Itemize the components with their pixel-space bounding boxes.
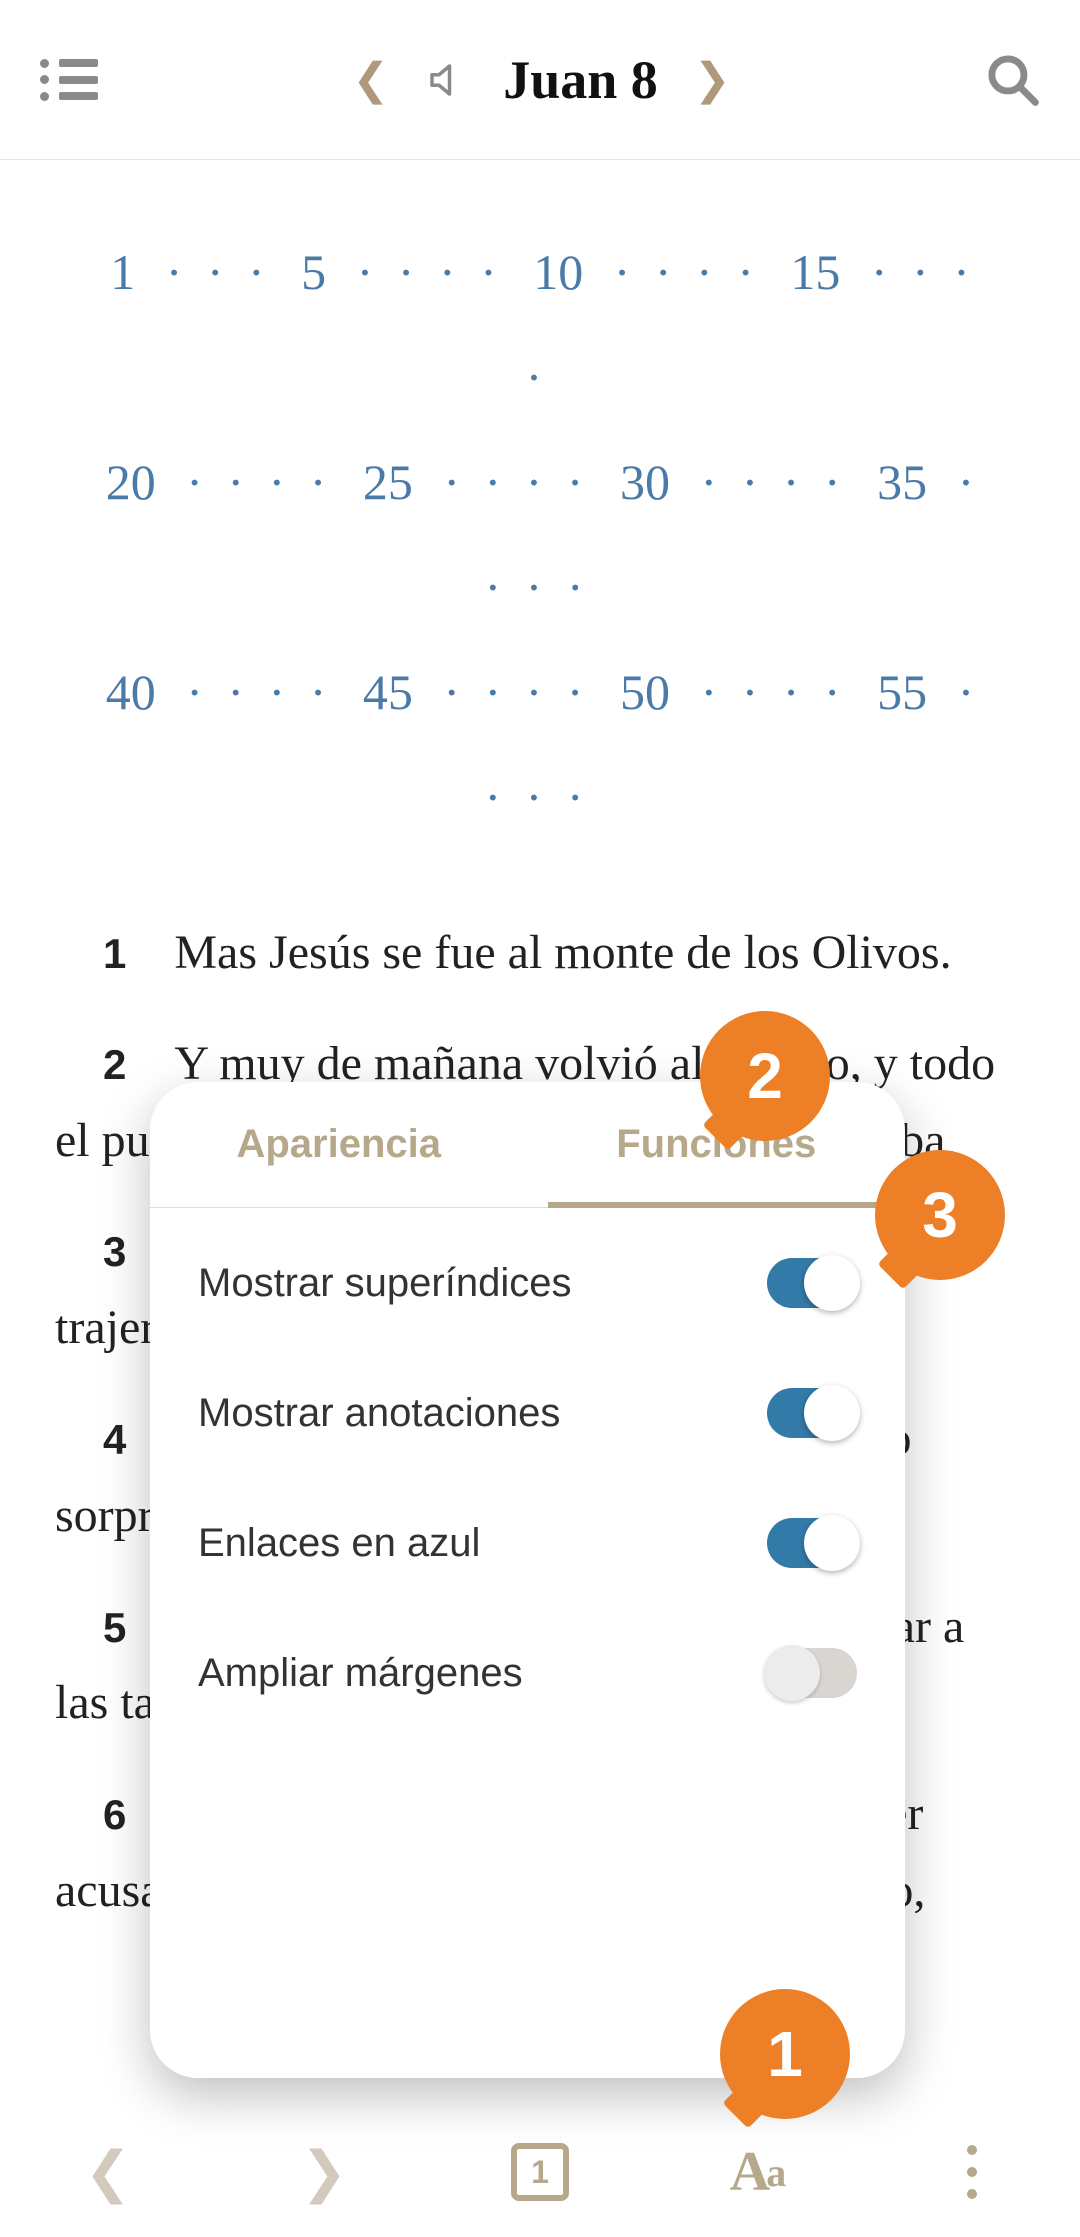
bottom-bar: ❮ ❯ 1 Aa	[0, 2107, 1080, 2237]
option-label: Mostrar anotaciones	[198, 1391, 560, 1436]
verse-number: 1	[103, 930, 126, 977]
option-enlaces: Enlaces en azul	[150, 1478, 905, 1608]
option-margenes: Ampliar márgenes	[150, 1608, 905, 1738]
search-icon[interactable]	[985, 52, 1040, 107]
chapter-title[interactable]: Juan 8	[503, 49, 658, 111]
verse-link[interactable]: 50	[620, 664, 670, 720]
verse-link[interactable]: 45	[363, 664, 413, 720]
verse-link[interactable]: 35	[877, 454, 927, 510]
verse-link[interactable]: 30	[620, 454, 670, 510]
verse-link[interactable]: 15	[790, 244, 840, 300]
history-back-icon[interactable]: ❮	[73, 2137, 143, 2207]
callout-1: 1	[720, 1989, 850, 2119]
toggle-margenes[interactable]	[767, 1648, 857, 1698]
toggle-anotaciones[interactable]	[767, 1388, 857, 1438]
verse-number: 3	[103, 1228, 126, 1275]
verse-link[interactable]: 25	[363, 454, 413, 510]
verse-number: 5	[103, 1604, 126, 1651]
verse-number: 4	[103, 1416, 126, 1463]
option-superindices: Mostrar superíndices	[150, 1218, 905, 1348]
tab-apariencia[interactable]: Apariencia	[150, 1082, 528, 1207]
verse-link[interactable]: 40	[106, 664, 156, 720]
history-forward-icon[interactable]: ❯	[289, 2137, 359, 2207]
menu-icon[interactable]	[40, 59, 98, 101]
settings-popup: Apariencia Funciones Mostrar superíndice…	[150, 1082, 905, 2078]
option-anotaciones: Mostrar anotaciones	[150, 1348, 905, 1478]
option-label: Mostrar superíndices	[198, 1261, 571, 1306]
toggle-enlaces[interactable]	[767, 1518, 857, 1568]
more-menu-icon[interactable]	[937, 2137, 1007, 2207]
verse-link[interactable]: 55	[877, 664, 927, 720]
audio-icon[interactable]	[425, 59, 467, 101]
text-settings-button[interactable]: Aa	[721, 2137, 791, 2207]
next-chapter-icon[interactable]: ❯	[694, 54, 731, 105]
verse-link[interactable]: 1	[110, 244, 135, 300]
top-bar: ❮ Juan 8 ❯	[0, 0, 1080, 160]
verse-navigator[interactable]: 1 · · · 5 · · · · 10 · · · · 15 · · · ·2…	[55, 190, 1025, 915]
verse[interactable]: 1Mas Jesús se fue al monte de los Olivos…	[55, 915, 1025, 992]
option-label: Ampliar márgenes	[198, 1651, 523, 1696]
verse-link[interactable]: 10	[533, 244, 583, 300]
callout-2: 2	[700, 1011, 830, 1141]
verse-link[interactable]: 5	[301, 244, 326, 300]
toggle-superindices[interactable]	[767, 1258, 857, 1308]
verse-number: 2	[103, 1041, 126, 1088]
verse-link[interactable]: 20	[106, 454, 156, 510]
verse-number: 6	[103, 1791, 126, 1838]
option-label: Enlaces en azul	[198, 1521, 480, 1566]
prev-chapter-icon[interactable]: ❮	[352, 54, 389, 105]
callout-3: 3	[875, 1150, 1005, 1280]
page-indicator[interactable]: 1	[505, 2137, 575, 2207]
